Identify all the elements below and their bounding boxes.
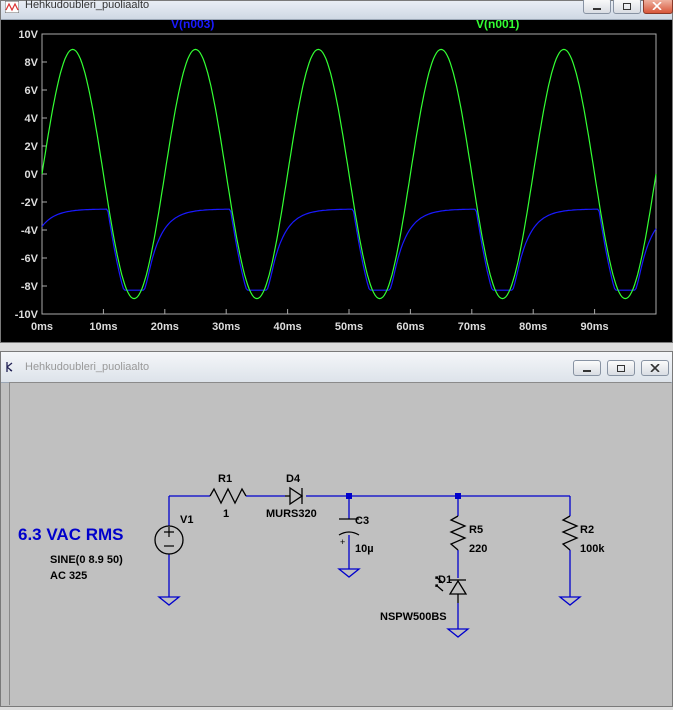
r2-value-label[interactable]: 100k (580, 543, 605, 555)
x-tick-label: 90ms (581, 321, 609, 333)
y-tick-label: -8V (21, 281, 39, 293)
trace-v-n003 (41, 208, 657, 291)
d4-value-label[interactable]: MURS320 (266, 508, 317, 520)
waveform-window-icon (5, 1, 19, 13)
r5-resistor-icon[interactable] (449, 515, 467, 551)
y-tick-label: -10V (15, 309, 39, 321)
restore-icon (617, 365, 625, 372)
svg-text:+: + (340, 537, 345, 547)
schematic-window: Hehkudoubleri_puoliaalto + 6.3 VAC RMS V… (0, 351, 673, 707)
x-tick-label: 0ms (31, 321, 53, 333)
r1-name-label[interactable]: R1 (218, 473, 232, 485)
waveform-titlebar[interactable]: Hehkudoubleri_puoliaalto (1, 0, 673, 20)
y-tick-label: 2V (25, 141, 39, 153)
y-tick-label: 6V (25, 85, 39, 97)
y-tick-label: 10V (18, 29, 38, 41)
circuit-title-label: 6.3 VAC RMS (18, 525, 124, 544)
x-tick-label: 20ms (151, 321, 179, 333)
v1-name-label[interactable]: V1 (180, 514, 193, 526)
d4-name-label[interactable]: D4 (286, 473, 301, 485)
restore-button[interactable] (613, 0, 641, 14)
wires (168, 495, 571, 629)
close-icon (650, 364, 660, 372)
y-tick-label: -6V (21, 253, 39, 265)
d1-value-label[interactable]: NSPW500BS (380, 611, 447, 623)
r1-value-label[interactable]: 1 (223, 508, 229, 520)
r2-resistor-icon[interactable] (561, 515, 579, 551)
trace-v-n001 (41, 48, 657, 300)
minimize-icon (593, 8, 601, 10)
schematic-window-title: Hehkudoubleri_puoliaalto (25, 361, 150, 373)
x-tick-label: 60ms (396, 321, 424, 333)
y-tick-label: 4V (25, 113, 39, 125)
x-tick-label: 70ms (458, 321, 486, 333)
schematic-minimize-button[interactable] (573, 360, 601, 376)
d1-name-label[interactable]: D1 (438, 574, 452, 586)
minimize-button[interactable] (583, 0, 611, 14)
c3-value-label[interactable]: 10µ (355, 543, 374, 555)
legend-v-n001[interactable]: V(n001) (476, 17, 519, 31)
r5-value-label[interactable]: 220 (469, 543, 487, 555)
waveform-window: Hehkudoubleri_puoliaalto V(n003) V(n001)… (0, 0, 673, 343)
waveform-plot[interactable]: V(n003) V(n001) 10V 8V 6V 4V 2V 0V -2V -4V -6V -8… (1, 17, 672, 342)
schematic-close-button[interactable] (641, 360, 669, 376)
junction-c3 (346, 493, 352, 499)
schematic-restore-button[interactable] (607, 360, 635, 376)
v1-spec-line1[interactable]: SINE(0 8.9 50) (50, 554, 123, 566)
y-tick-label: -4V (21, 225, 39, 237)
x-tick-label: 40ms (274, 321, 302, 333)
r2-name-label[interactable]: R2 (580, 524, 594, 536)
schematic-canvas[interactable]: + 6.3 VAC RMS V1 SINE(0 8.9 50) AC 325 R… (9, 382, 671, 705)
r1-resistor-icon[interactable] (209, 487, 247, 505)
y-tick-label: 8V (25, 57, 39, 69)
legend-v-n003[interactable]: V(n003) (171, 17, 214, 31)
x-tick-label: 50ms (335, 321, 363, 333)
x-tick-label: 80ms (519, 321, 547, 333)
schematic-drawing[interactable]: + 6.3 VAC RMS V1 SINE(0 8.9 50) AC 325 R… (10, 383, 671, 705)
c3-name-label[interactable]: C3 (355, 515, 369, 527)
d4-diode-icon[interactable] (285, 486, 304, 506)
waveform-window-title: Hehkudoubleri_puoliaalto (25, 0, 150, 11)
waveform-chart[interactable]: V(n003) V(n001) 10V 8V 6V 4V 2V 0V -2V -4V -6V -8… (1, 17, 672, 342)
restore-icon (623, 3, 631, 10)
close-icon (652, 2, 662, 10)
window-separator (0, 343, 673, 351)
x-tick-label: 10ms (89, 321, 117, 333)
minimize-icon (583, 370, 591, 372)
ground-icon (157, 568, 582, 638)
schematic-titlebar[interactable]: Hehkudoubleri_puoliaalto (1, 352, 672, 383)
schematic-window-icon (6, 362, 13, 372)
v1-spec-line2[interactable]: AC 325 (50, 570, 87, 582)
v1-source-icon[interactable] (154, 525, 184, 555)
junction-r5 (455, 493, 461, 499)
x-tick-label: 30ms (212, 321, 240, 333)
close-button[interactable] (643, 0, 673, 14)
y-tick-label: -2V (21, 197, 39, 209)
y-tick-label: 0V (25, 169, 39, 181)
r5-name-label[interactable]: R5 (469, 524, 483, 536)
